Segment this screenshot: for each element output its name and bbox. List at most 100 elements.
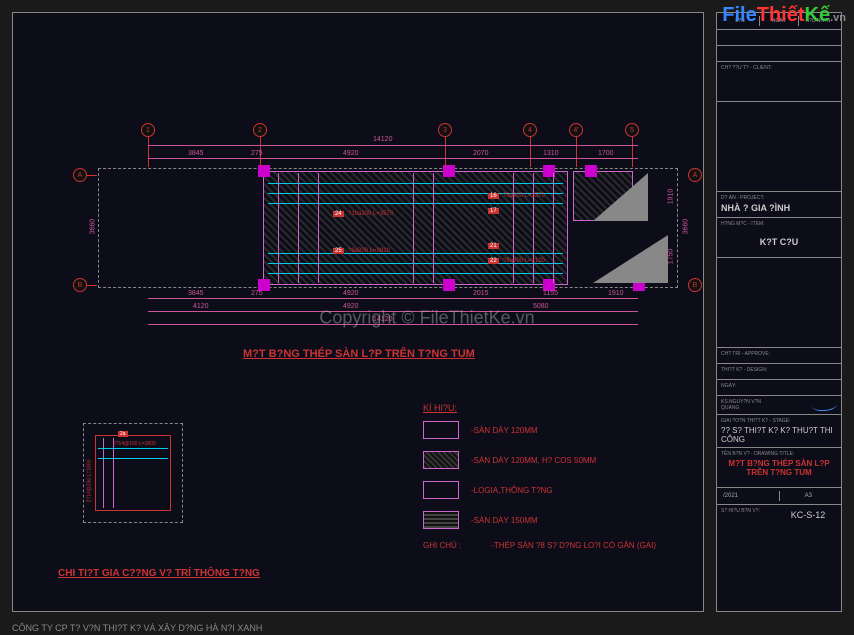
- tb-date: NGÀY:: [717, 380, 841, 396]
- rebar-callout: ?8a200 L=3570: [503, 193, 545, 199]
- grid-bubble: 5: [625, 123, 639, 137]
- note-label: GHI CHÚ :: [423, 541, 461, 550]
- tb-size: A3: [780, 491, 838, 501]
- rebar-line: [268, 273, 563, 274]
- detail-title: CHI TI?T GIA C??NG V? TRÍ THÔNG T?NG: [58, 568, 260, 579]
- rebar-line-v: [433, 173, 434, 283]
- grid-bubble: B: [688, 278, 702, 292]
- rebar-callout: ?10a200 L=3570: [348, 211, 393, 217]
- tb-label: THI?T K? - DESIGN:: [721, 367, 837, 373]
- tb-signature: KS.NGUY?N V?N QUANG: [717, 396, 841, 415]
- void-shape: [593, 235, 668, 283]
- grid-stem: [632, 137, 633, 167]
- rebar-tag: 2a: [118, 431, 128, 437]
- watermark-logo: FileThiếtKế.vn: [722, 4, 846, 27]
- rebar-callout: ?8a200 L=3910: [348, 248, 390, 254]
- grid-bubble: A: [73, 168, 87, 182]
- legend-row: -LOGIA,THÔNG T?NG: [423, 481, 693, 499]
- legend-row: -SÀN DÀY 120MM, H? COS 50MM: [423, 451, 693, 469]
- grid-stem: [576, 137, 577, 167]
- rebar-line: [268, 183, 563, 184]
- dim-text: 1750: [667, 249, 674, 265]
- legend-text: -SÀN DÀY 120MM, H? COS 50MM: [471, 456, 596, 465]
- note-text: -THÉP SÀN ?8 S? D?NG LO?I CÓ GÂN (GAI): [491, 541, 656, 550]
- dim-text: 275: [251, 150, 263, 157]
- logo-part: Kế: [805, 4, 831, 26]
- tb-ks: KS.NGUY?N V?N QUANG: [721, 399, 772, 411]
- rebar-tag: 24: [333, 211, 344, 217]
- tb-value: K?T C?U: [721, 237, 837, 247]
- rebar-tag: 17: [488, 208, 499, 214]
- rebar-line: [98, 458, 168, 459]
- tb-value: ?? S? THI?T K? K? THU?T THI CÔNG: [721, 426, 837, 444]
- rebar-callout: ?8a200 L=2120: [503, 258, 545, 264]
- tb-stage: GIAI ?O?N THI?T K? - STAGE: ?? S? THI?T …: [717, 415, 841, 448]
- dim-text: 5080: [533, 303, 549, 310]
- tb-drawing-title: TÊN B?N V? - DRAWING TITLE: M?T B?NG THÉ…: [717, 448, 841, 488]
- rebar-line-v: [533, 173, 534, 283]
- dim-text: 14120: [373, 136, 392, 143]
- legend-text: -SÀN DÀY 150MM: [471, 516, 538, 525]
- rebar-line: [98, 448, 168, 449]
- dim-line: [148, 145, 638, 146]
- legend-swatch: [423, 511, 459, 529]
- rebar-line-v: [413, 173, 414, 283]
- rebar-line-v: [513, 173, 514, 283]
- rebar-line-v: [278, 173, 279, 283]
- footer-text: CÔNG TY CP T? V?N THI?T K? VÀ XÂY D?NG H…: [12, 623, 262, 633]
- tb-design: THI?T K? - DESIGN:: [717, 364, 841, 380]
- grid-bubble: 1: [141, 123, 155, 137]
- rebar-callout: 2?14@150 L=1800: [86, 460, 92, 503]
- dim-text: 2015: [473, 290, 489, 297]
- tb-label: H?NG M?C - ITEM:: [721, 221, 837, 227]
- dim-text: 3845: [188, 290, 204, 297]
- dim-line: [148, 158, 638, 159]
- grid-stem: [148, 137, 149, 167]
- dim-text: 1155: [543, 290, 558, 297]
- detail-plan: 2a 2?14@150 L=1800 2?14@150 L=1800: [83, 423, 203, 543]
- tb-label: GIAI ?O?N THI?T K? - STAGE:: [721, 418, 837, 424]
- tb-revision-row: [717, 46, 841, 62]
- legend-swatch: [423, 451, 459, 469]
- tb-item: H?NG M?C - ITEM: K?T C?U: [717, 218, 841, 258]
- column-marker: [443, 279, 455, 291]
- legend-note: GHI CHÚ : -THÉP SÀN ?8 S? D?NG LO?I CÓ G…: [423, 541, 693, 550]
- dim-text: 4120: [193, 303, 209, 310]
- dim-text: 1910: [667, 189, 674, 205]
- grid-bubble: 3: [438, 123, 452, 137]
- signature-icon: [811, 398, 837, 412]
- dim-text: 3845: [188, 150, 204, 157]
- dim-text: 275: [251, 290, 263, 297]
- grid-bubble: 2: [253, 123, 267, 137]
- rebar-tag: 25: [333, 248, 344, 254]
- grid-stem: [445, 137, 446, 167]
- tb-ngay: /2021: [721, 491, 780, 501]
- legend-row: -SÀN DÀY 150MM: [423, 511, 693, 529]
- tb-value: NHÀ ? GIA ?ÌNH: [721, 203, 837, 213]
- tb-dwg-no: S? HI?U B?N V?: KC-S-12: [717, 505, 841, 523]
- legend: KÍ HI?U: -SÀN DÀY 120MM -SÀN DÀY 120MM, …: [423, 403, 693, 550]
- rebar-callout: 2?14@150 L=1800: [113, 441, 156, 447]
- legend-swatch: [423, 421, 459, 439]
- rebar-line-v: [553, 173, 554, 283]
- grid-stem: [530, 137, 531, 167]
- grid-bubble: B: [73, 278, 87, 292]
- rebar-tag: 16: [488, 193, 499, 199]
- logo-part: Thiết: [757, 4, 805, 26]
- dim-text: 4920: [343, 150, 359, 157]
- dim-text: 1700: [598, 150, 614, 157]
- legend-swatch: [423, 481, 459, 499]
- tb-label: NGÀY:: [721, 383, 837, 389]
- title-block: L?N NGÀY X?C NH?N CH? ??U T? - CLIENT: D…: [716, 12, 842, 612]
- dim-text: 4920: [343, 290, 359, 297]
- grid-bubble: 4: [523, 123, 537, 137]
- dim-text: 1910: [608, 290, 624, 297]
- tb-label: CH? TRÌ - APPROVE:: [721, 351, 837, 357]
- tb-label: S? HI?U B?N V?:: [721, 508, 779, 520]
- tb-label: TÊN B?N V? - DRAWING TITLE:: [721, 451, 837, 457]
- tb-spacer: [717, 258, 841, 348]
- void-shape: [593, 173, 648, 221]
- grid-bubble: 4': [569, 123, 583, 137]
- dim-text: 3660: [89, 219, 96, 235]
- rebar-line-v: [298, 173, 299, 283]
